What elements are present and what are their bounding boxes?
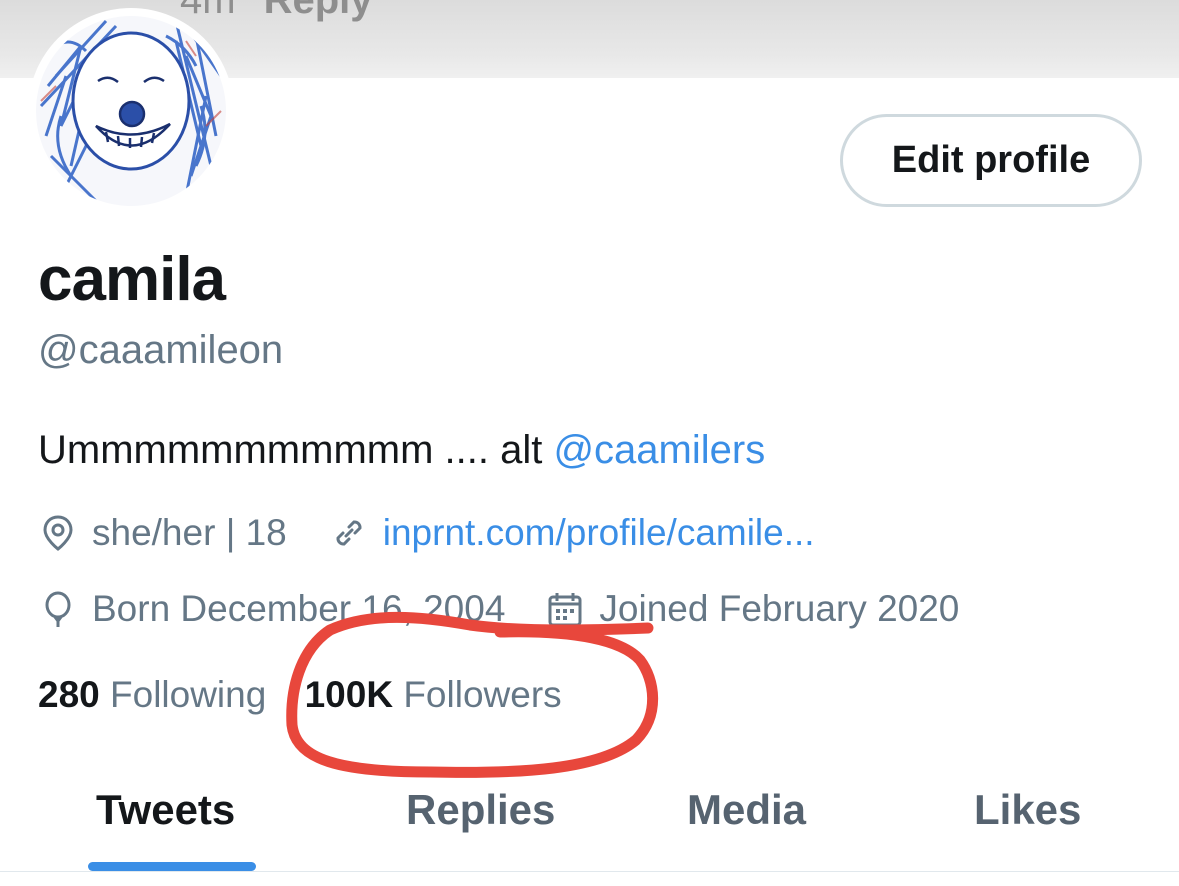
- followers-count: 100K: [304, 674, 394, 715]
- profile-meta-row-1: she/her | 18 inprnt.com/profile/camile..…: [38, 512, 815, 554]
- tab-media[interactable]: Media: [687, 786, 806, 834]
- birthday-item: Born December 16, 2004: [38, 588, 505, 630]
- reply-link[interactable]: Reply: [264, 0, 373, 22]
- profile-bio: Ummmmmmmmmmm .... alt @caamilers: [38, 428, 765, 473]
- followers-label: Followers: [403, 674, 562, 715]
- website-link[interactable]: inprnt.com/profile/camile...: [383, 512, 815, 554]
- display-name: camila: [38, 245, 226, 314]
- avatar-container[interactable]: [28, 8, 234, 214]
- bio-text: Ummmmmmmmmmm .... alt: [38, 428, 554, 472]
- birthday-text: Born December 16, 2004: [92, 588, 506, 629]
- website-item[interactable]: inprnt.com/profile/camile...: [329, 512, 815, 554]
- follow-stats: 280 Following 100K Followers: [38, 674, 562, 716]
- avatar[interactable]: [36, 16, 226, 206]
- tabs-divider: [0, 871, 1179, 872]
- tweet-time: 4m: [180, 0, 236, 22]
- location-pin-icon: [38, 513, 78, 553]
- following-stat[interactable]: 280 Following: [38, 674, 266, 715]
- followers-stat[interactable]: 100K Followers: [305, 674, 562, 715]
- calendar-icon: [545, 589, 585, 629]
- link-icon: [329, 513, 369, 553]
- edit-profile-button[interactable]: Edit profile: [840, 114, 1142, 207]
- active-tab-indicator: [88, 862, 256, 871]
- location-item: she/her | 18: [38, 512, 287, 554]
- location-text: she/her | 18: [92, 512, 287, 553]
- balloon-icon: [38, 589, 78, 629]
- user-handle: @caaamileon: [38, 328, 284, 372]
- previous-tweet-meta: 4m Reply: [180, 0, 373, 23]
- joined-item: Joined February 2020: [545, 588, 959, 630]
- following-count: 280: [38, 674, 100, 715]
- profile-tabs: Tweets Replies Media Likes: [0, 780, 1179, 886]
- tab-replies[interactable]: Replies: [406, 786, 555, 834]
- bio-mention-link[interactable]: @caamilers: [553, 428, 765, 472]
- joined-text: Joined February 2020: [599, 588, 960, 629]
- tab-likes[interactable]: Likes: [974, 786, 1081, 834]
- tab-tweets[interactable]: Tweets: [96, 786, 235, 834]
- profile-meta-row-2: Born December 16, 2004 Joined February 2…: [38, 588, 959, 630]
- following-label: Following: [110, 674, 267, 715]
